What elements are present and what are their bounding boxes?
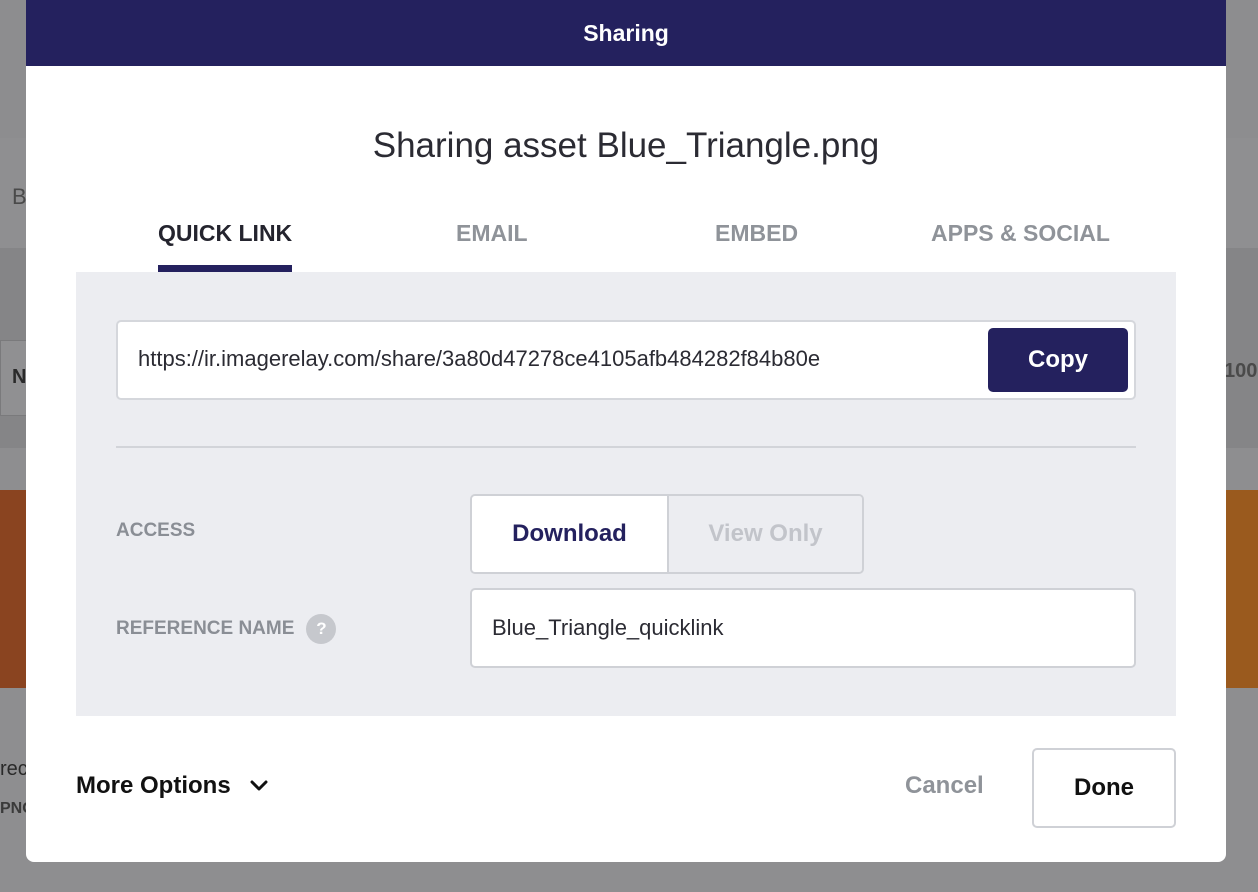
reference-name-label: REFERENCE NAME ? <box>116 614 337 644</box>
copy-button[interactable]: Copy <box>988 328 1128 392</box>
modal-header: Sharing <box>26 0 1226 66</box>
divider <box>116 446 1136 448</box>
reference-name-input[interactable] <box>470 588 1136 668</box>
share-tabs: QUICK LINK EMAIL EMBED APPS & SOCIAL <box>26 210 1226 272</box>
tab-embed[interactable]: EMBED <box>715 210 798 272</box>
cancel-button[interactable]: Cancel <box>905 772 984 800</box>
share-link-field[interactable]: https://ir.imagerelay.com/share/3a80d472… <box>116 320 1136 400</box>
more-options-label: More Options <box>76 772 231 799</box>
tab-quick-link[interactable]: QUICK LINK <box>158 210 293 272</box>
done-button[interactable]: Done <box>1032 748 1176 828</box>
background-text: N <box>12 366 27 388</box>
background-text: rec <box>0 758 28 780</box>
more-options-toggle[interactable]: More Options <box>76 772 269 800</box>
background-text: 100 <box>1224 360 1258 382</box>
quick-link-panel: https://ir.imagerelay.com/share/3a80d472… <box>76 272 1176 716</box>
sharing-modal: Sharing Sharing asset Blue_Triangle.png … <box>26 0 1226 862</box>
access-option-download[interactable]: Download <box>472 496 667 572</box>
modal-title: Sharing asset Blue_Triangle.png <box>372 126 880 165</box>
tab-email[interactable]: EMAIL <box>456 210 528 272</box>
background-thumbnail <box>1226 490 1258 688</box>
access-option-view-only[interactable]: View Only <box>667 496 862 572</box>
share-link-url[interactable]: https://ir.imagerelay.com/share/3a80d472… <box>138 346 820 372</box>
chevron-down-icon <box>249 779 269 793</box>
access-label: ACCESS <box>116 520 196 541</box>
background-text: B <box>12 184 27 209</box>
help-icon[interactable]: ? <box>306 614 337 644</box>
modal-header-title: Sharing <box>583 19 669 46</box>
access-toggle: Download View Only <box>470 494 864 574</box>
reference-name-label-text: REFERENCE NAME <box>116 618 295 639</box>
tab-apps-social[interactable]: APPS & SOCIAL <box>931 210 1110 272</box>
